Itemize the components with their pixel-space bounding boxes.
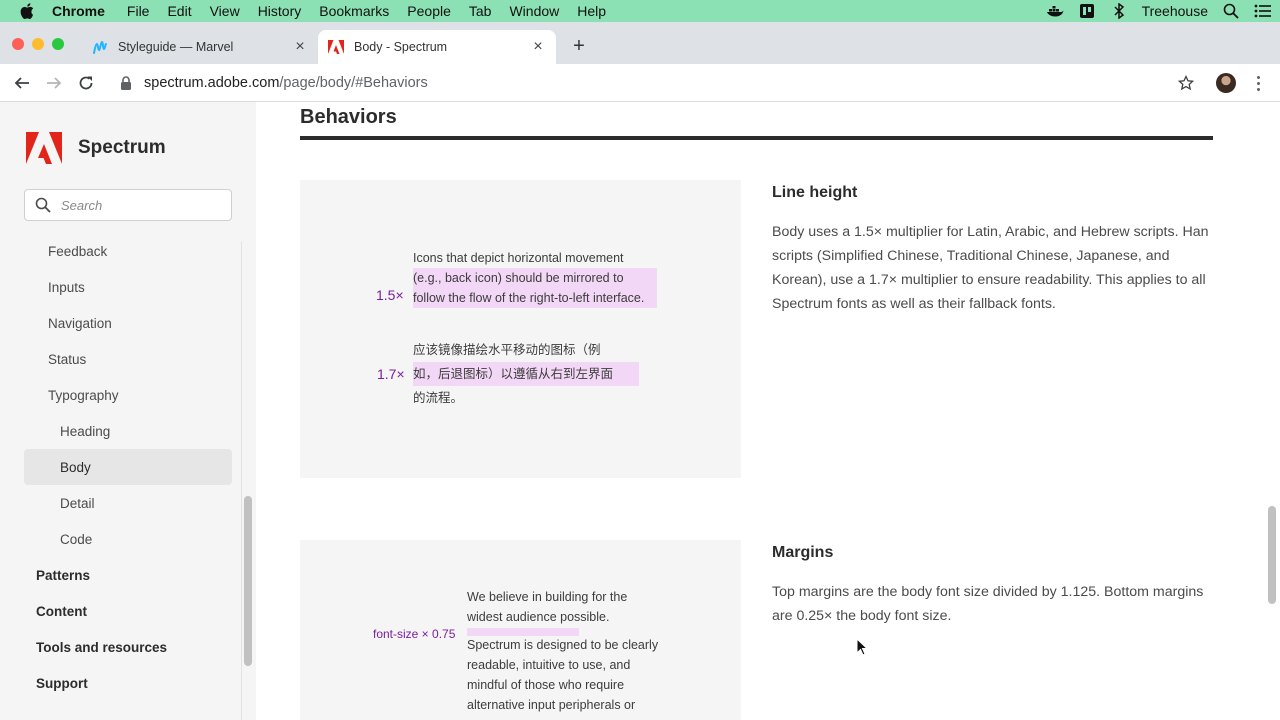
minimize-window-button[interactable]	[32, 38, 44, 50]
browser-menu-icon[interactable]	[1248, 73, 1268, 93]
sidebar-item-heading[interactable]: Heading	[24, 413, 232, 449]
reload-icon[interactable]	[76, 73, 96, 93]
han-line-2: 如，后退图标）以遵循从右到左界面	[413, 362, 639, 386]
zoom-window-button[interactable]	[52, 38, 64, 50]
section-title: Behaviors	[300, 106, 397, 128]
menu-window[interactable]: Window	[509, 3, 559, 19]
sidebar-item-status[interactable]: Status	[24, 341, 232, 377]
back-arrow-icon[interactable]	[12, 73, 32, 93]
profile-avatar[interactable]	[1216, 73, 1236, 93]
han-line-3: 的流程。	[413, 390, 464, 405]
menubar-profile-name[interactable]: Treehouse	[1142, 3, 1208, 19]
section-divider	[300, 136, 1213, 140]
sidebar-divider	[241, 242, 242, 720]
margin-multiplier-label: font-size × 0.75	[373, 627, 456, 641]
margin-paragraph-1: We believe in building for the widest au…	[467, 587, 627, 627]
latin-multiplier: 1.5×	[376, 287, 404, 303]
sidebar-item-detail[interactable]: Detail	[24, 485, 232, 521]
menu-view[interactable]: View	[210, 3, 240, 19]
marvel-icon	[92, 39, 108, 55]
menu-history[interactable]: History	[258, 3, 302, 19]
sidebar-scrollbar[interactable]	[244, 496, 252, 666]
han-line-1: 应该镜像描绘水平移动的图标（例	[413, 342, 601, 357]
margin-para2-line-4: alternative input peripherals or	[467, 698, 636, 712]
line-height-title: Line height	[772, 184, 858, 201]
sidebar-item-body[interactable]: Body	[24, 449, 232, 485]
han-multiplier: 1.7×	[377, 366, 405, 382]
close-window-button[interactable]	[12, 38, 24, 50]
main-content: Behaviors 1.5× Icons that depict horizon…	[256, 102, 1280, 720]
margin-para2-line-1: Spectrum is designed to be clearly	[467, 638, 659, 652]
sidebar: Spectrum Search Feedback Inputs Navigati…	[0, 102, 256, 720]
bluetooth-icon[interactable]	[1110, 3, 1128, 19]
latin-sample-text: Icons that depict horizontal movement (e…	[413, 248, 657, 308]
sidebar-item-code[interactable]: Code	[24, 521, 232, 557]
url-host: spectrum.adobe.com	[144, 75, 280, 91]
mouse-pointer-icon	[856, 638, 868, 656]
menu-file[interactable]: File	[127, 3, 150, 19]
codepen-icon[interactable]	[1078, 3, 1096, 19]
lock-icon[interactable]	[120, 76, 134, 90]
margin-para1-line-2: widest audience possible.	[467, 610, 610, 624]
menu-edit[interactable]: Edit	[167, 3, 191, 19]
margin-para1-line-1: We believe in building for the	[467, 590, 628, 604]
adobe-logo-icon	[26, 132, 62, 164]
menu-tab[interactable]: Tab	[469, 3, 492, 19]
brand[interactable]: Spectrum	[26, 132, 166, 164]
menu-people[interactable]: People	[407, 3, 451, 19]
search-icon	[35, 196, 53, 214]
new-tab-button[interactable]: +	[568, 36, 590, 58]
brand-name: Spectrum	[78, 137, 166, 158]
menu-bookmarks[interactable]: Bookmarks	[319, 3, 389, 19]
browser-tab-strip: Styleguide — Marvel × Body - Spectrum × …	[0, 22, 1280, 64]
tab-title: Styleguide — Marvel	[118, 40, 234, 54]
apple-icon[interactable]	[20, 3, 36, 19]
search-placeholder: Search	[61, 197, 103, 213]
margins-title: Margins	[772, 544, 834, 561]
browser-toolbar: spectrum.adobe.com /page/body/#Behaviors	[0, 64, 1280, 102]
window-controls	[12, 38, 64, 50]
menubar-status-area: Treehouse	[1046, 0, 1272, 22]
sidebar-item-feedback[interactable]: Feedback	[24, 233, 232, 269]
sidebar-item-content[interactable]: Content	[24, 593, 232, 629]
page-scrollbar[interactable]	[1268, 506, 1276, 604]
sidebar-nav: Feedback Inputs Navigation Status Typogr…	[24, 233, 232, 701]
line-height-description: Body uses a 1.5× multiplier for Latin, A…	[772, 224, 1209, 312]
line-height-example: 1.5× Icons that depict horizontal moveme…	[300, 180, 741, 478]
docker-icon[interactable]	[1046, 3, 1064, 19]
sidebar-item-support[interactable]: Support	[24, 665, 232, 701]
mac-menu-bar: Chrome File Edit View History Bookmarks …	[0, 0, 1280, 22]
margins-example: font-size × 0.75 We believe in building …	[300, 540, 741, 720]
menu-help[interactable]: Help	[577, 3, 606, 19]
close-tab-icon[interactable]: ×	[530, 39, 546, 55]
spotlight-icon[interactable]	[1222, 3, 1240, 19]
sidebar-item-inputs[interactable]: Inputs	[24, 269, 232, 305]
margin-para2-line-3: mindful of those who require	[467, 678, 625, 692]
tab-title: Body - Spectrum	[354, 40, 448, 54]
han-sample-text: 应该镜像描绘水平移动的图标（例 如，后退图标）以遵循从右到左界面 的流程。	[413, 338, 639, 410]
browser-tab-spectrum[interactable]: Body - Spectrum ×	[318, 30, 556, 64]
latin-line-1: Icons that depict horizontal movement	[413, 251, 624, 265]
forward-arrow-icon[interactable]	[44, 73, 64, 93]
search-input[interactable]: Search	[24, 189, 232, 221]
margin-paragraph-2: Spectrum is designed to be clearly reada…	[467, 635, 658, 715]
margins-description: Top margins are the body font size divid…	[772, 584, 1204, 624]
latin-line-2: (e.g., back icon) should be mirrored to	[413, 268, 657, 288]
margin-para2-line-2: readable, intuitive to use, and	[467, 658, 631, 672]
address-bar[interactable]: spectrum.adobe.com /page/body/#Behaviors	[108, 68, 1208, 98]
menu-app-name[interactable]: Chrome	[52, 3, 105, 19]
sidebar-item-patterns[interactable]: Patterns	[24, 557, 232, 593]
bookmark-star-icon[interactable]	[1176, 73, 1196, 93]
close-tab-icon[interactable]: ×	[292, 39, 308, 55]
sidebar-item-typography[interactable]: Typography	[24, 377, 232, 413]
sidebar-item-navigation[interactable]: Navigation	[24, 305, 232, 341]
adobe-icon	[328, 39, 344, 55]
latin-line-3: follow the flow of the right-to-left int…	[413, 288, 657, 308]
sidebar-item-tools-and-resources[interactable]: Tools and resources	[24, 629, 232, 665]
url-path: /page/body/#Behaviors	[279, 75, 428, 91]
browser-tab-marvel[interactable]: Styleguide — Marvel ×	[82, 30, 318, 64]
list-icon[interactable]	[1254, 3, 1272, 19]
